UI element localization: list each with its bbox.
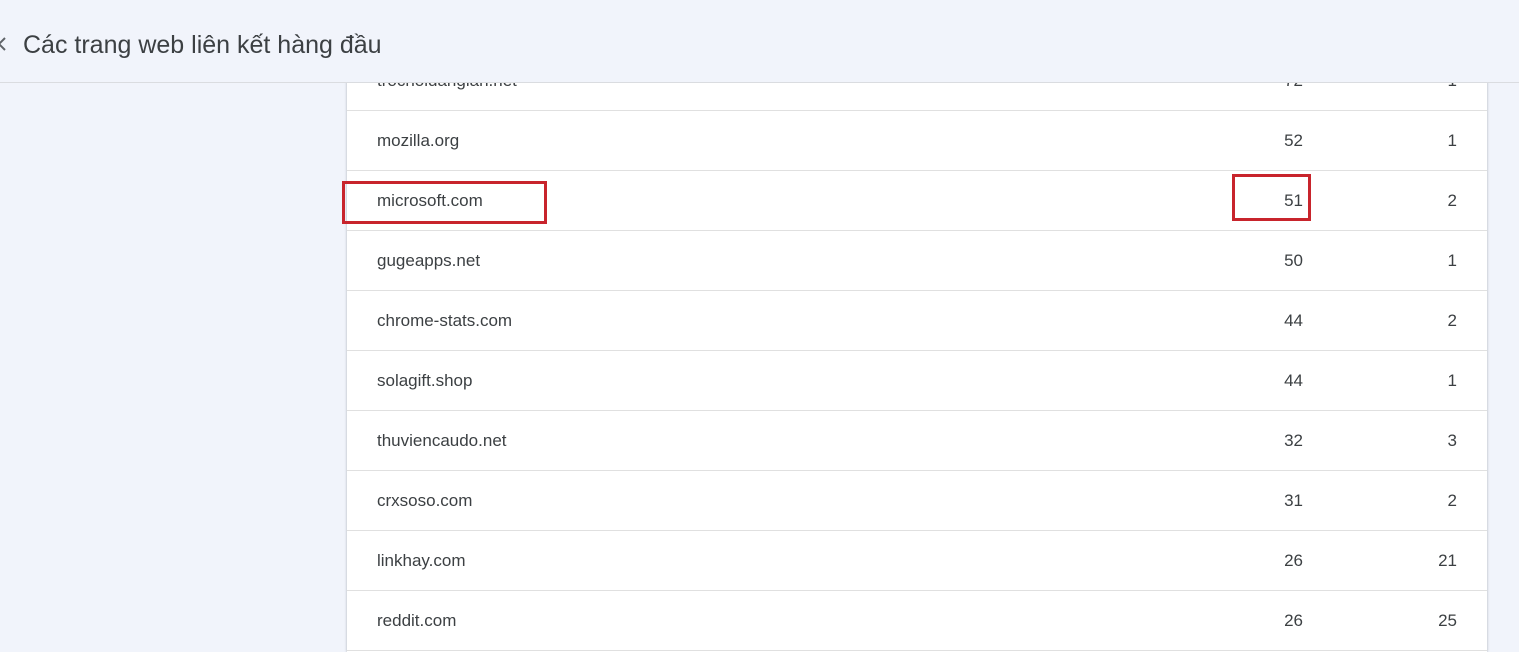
- site-name: linkhay.com: [377, 551, 466, 570]
- linked-pages-count: 2: [1447, 191, 1457, 210]
- site-name: thuviencaudo.net: [377, 431, 507, 450]
- linked-pages-count: 1: [1447, 131, 1457, 150]
- link-count: 32: [1284, 431, 1303, 450]
- site-name: gugeapps.net: [377, 251, 481, 270]
- link-count: 44: [1284, 311, 1303, 330]
- site-name: mozilla.org: [377, 131, 460, 150]
- table-row[interactable]: solagift.shop 44 1: [347, 351, 1487, 411]
- top-linking-sites-card: trochoidangian.net 72 1 mozilla.org 52 1…: [347, 0, 1487, 652]
- link-count: 26: [1284, 551, 1303, 570]
- linked-pages-count: 21: [1438, 551, 1457, 570]
- link-count: 51: [1284, 191, 1303, 210]
- linked-pages-count: 25: [1438, 611, 1457, 630]
- linked-pages-count: 1: [1447, 371, 1457, 390]
- linked-pages-count: 2: [1447, 491, 1457, 510]
- site-name: crxsoso.com: [377, 491, 473, 510]
- table-row[interactable]: linkhay.com 26 21: [347, 531, 1487, 591]
- chevron-left-icon[interactable]: [0, 34, 12, 54]
- link-count: 52: [1284, 131, 1303, 150]
- table-row[interactable]: microsoft.com 51 2: [347, 171, 1487, 231]
- page-header: Các trang web liên kết hàng đầu: [0, 0, 1519, 83]
- link-count: 50: [1284, 251, 1303, 270]
- table-row[interactable]: chrome-stats.com 44 2: [347, 291, 1487, 351]
- table-row[interactable]: thuviencaudo.net 32 3: [347, 411, 1487, 471]
- site-name: solagift.shop: [377, 371, 473, 390]
- linked-pages-count: 1: [1447, 251, 1457, 270]
- site-name: chrome-stats.com: [377, 311, 513, 330]
- site-name: reddit.com: [377, 611, 457, 630]
- page-title: Các trang web liên kết hàng đầu: [23, 31, 382, 59]
- link-count: 26: [1284, 611, 1303, 630]
- linked-pages-count: 2: [1447, 311, 1457, 330]
- linking-sites-table: trochoidangian.net 72 1 mozilla.org 52 1…: [347, 51, 1487, 651]
- linked-pages-count: 3: [1447, 431, 1457, 450]
- table-row[interactable]: gugeapps.net 50 1: [347, 231, 1487, 291]
- table-row[interactable]: mozilla.org 52 1: [347, 111, 1487, 171]
- table-row[interactable]: crxsoso.com 31 2: [347, 471, 1487, 531]
- link-count: 44: [1284, 371, 1303, 390]
- table-row[interactable]: reddit.com 26 25: [347, 591, 1487, 651]
- link-count: 31: [1284, 491, 1303, 510]
- site-name: microsoft.com: [377, 191, 483, 210]
